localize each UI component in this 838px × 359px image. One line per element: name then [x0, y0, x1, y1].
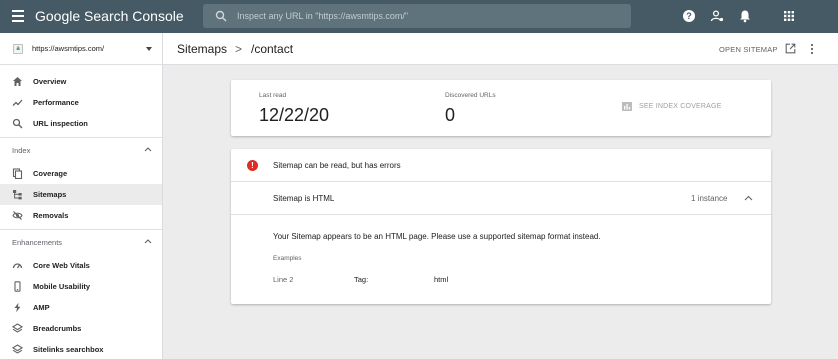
sidebar-item-sitemaps[interactable]: Sitemaps [0, 184, 162, 205]
property-favicon: a [13, 44, 23, 54]
sidebar-item-url-inspection[interactable]: URL inspection [0, 113, 162, 134]
sidebar-item-label: URL inspection [33, 119, 88, 128]
removals-icon [12, 211, 23, 220]
issue-instance-count: 1 instance [691, 194, 728, 203]
sidebar-item-amp[interactable]: AMP [0, 297, 162, 318]
discovered-urls-value: 0 [445, 105, 456, 125]
sidebar-item-mobile-usability[interactable]: Mobile Usability [0, 276, 162, 297]
layers-icon [12, 344, 23, 354]
sidebar-item-label: Overview [33, 77, 67, 86]
sidebar-item-overview[interactable]: Overview [0, 71, 162, 92]
open-sitemap-button[interactable]: OPEN SITEMAP [719, 45, 778, 54]
sidebar-item-core-web-vitals[interactable]: Core Web Vitals [0, 255, 162, 276]
account-settings-icon[interactable] [710, 9, 724, 23]
page-header: Sitemaps > /contact OPEN SITEMAP [163, 33, 838, 65]
example-tag-label: Tag: [354, 275, 369, 284]
coverage-icon [12, 168, 23, 179]
sitemap-icon [13, 190, 22, 200]
sidebar-item-breadcrumbs[interactable]: Breadcrumbs [0, 318, 162, 339]
example-line: Line 2 [273, 275, 294, 284]
error-icon: ! [247, 160, 258, 171]
breadcrumb-separator: > [235, 42, 243, 56]
example-tag-value: html [434, 275, 449, 284]
sidebar-item-performance[interactable]: Performance [0, 92, 162, 113]
search-icon [12, 118, 23, 129]
sidebar-item-sitelinks-searchbox[interactable]: Sitelinks searchbox [0, 339, 162, 359]
sidebar-item-removals[interactable]: Removals [0, 205, 162, 226]
property-selector[interactable]: a https://awsmtips.com/ [0, 33, 162, 65]
sidebar-item-label: Breadcrumbs [33, 324, 82, 333]
chevron-up-icon[interactable] [144, 146, 152, 152]
last-read-label: Last read [259, 92, 287, 99]
error-summary-text: Sitemap can be read, but has errors [273, 161, 401, 170]
bolt-icon [14, 302, 21, 313]
url-inspection-search[interactable] [203, 4, 631, 28]
property-url: https://awsmtips.com/ [32, 44, 105, 53]
sitemap-stats-card: Last read 12/22/20 Discovered URLs 0 SEE… [231, 80, 771, 136]
section-enhancements[interactable]: Enhancements [0, 229, 162, 251]
mobile-icon [14, 281, 21, 292]
discovered-urls-label: Discovered URLs [445, 92, 496, 99]
sidebar-item-label: Sitelinks searchbox [33, 345, 104, 354]
speed-icon [12, 263, 23, 269]
app-bar: Google Search Console ? [0, 0, 838, 33]
home-icon [13, 77, 22, 86]
error-summary-row: ! Sitemap can be read, but has errors [231, 149, 771, 182]
section-index-label: Index [12, 146, 31, 155]
sidebar: a https://awsmtips.com/ Overview Perform… [0, 33, 163, 359]
svg-text:?: ? [686, 11, 692, 21]
sidebar-item-label: Coverage [33, 169, 68, 178]
section-enhancements-label: Enhancements [12, 238, 63, 247]
sidebar-item-label: Performance [33, 98, 79, 107]
help-icon[interactable]: ? [682, 9, 696, 23]
examples-label: Examples [273, 255, 302, 262]
search-input[interactable] [237, 4, 617, 28]
trending-icon [12, 99, 23, 106]
issue-title: Sitemap is HTML [273, 194, 335, 203]
issue-description: Your Sitemap appears to be an HTML page.… [273, 232, 601, 241]
last-read-value: 12/22/20 [259, 105, 330, 125]
sidebar-item-label: Core Web Vitals [33, 261, 90, 270]
search-icon [215, 10, 227, 22]
chevron-up-icon[interactable] [144, 238, 152, 244]
sidebar-item-label: Sitemaps [33, 190, 67, 199]
see-index-coverage-button[interactable]: SEE INDEX COVERAGE [623, 103, 722, 110]
apps-grid-icon[interactable] [782, 9, 796, 23]
menu-icon[interactable] [12, 10, 24, 22]
sitemap-errors-card: ! Sitemap can be read, but has errors Si… [231, 149, 771, 304]
page-title: /contact [251, 42, 294, 56]
notifications-icon[interactable] [738, 9, 752, 23]
sidebar-item-label: Mobile Usability [33, 282, 91, 291]
sidebar-item-label: AMP [33, 303, 50, 312]
breadcrumb-sitemaps[interactable]: Sitemaps [177, 42, 227, 56]
issue-row[interactable]: Sitemap is HTML 1 instance [231, 182, 771, 215]
chevron-up-icon[interactable] [744, 195, 753, 201]
layers-icon [12, 323, 23, 333]
dropdown-caret-icon [146, 47, 152, 51]
sidebar-item-label: Removals [33, 211, 69, 220]
sidebar-item-coverage[interactable]: Coverage [0, 163, 162, 184]
more-options-icon[interactable] [810, 43, 814, 55]
app-title[interactable]: Google Search Console [35, 8, 184, 24]
section-index[interactable]: Index [0, 137, 162, 159]
open-in-new-icon[interactable] [785, 43, 796, 54]
